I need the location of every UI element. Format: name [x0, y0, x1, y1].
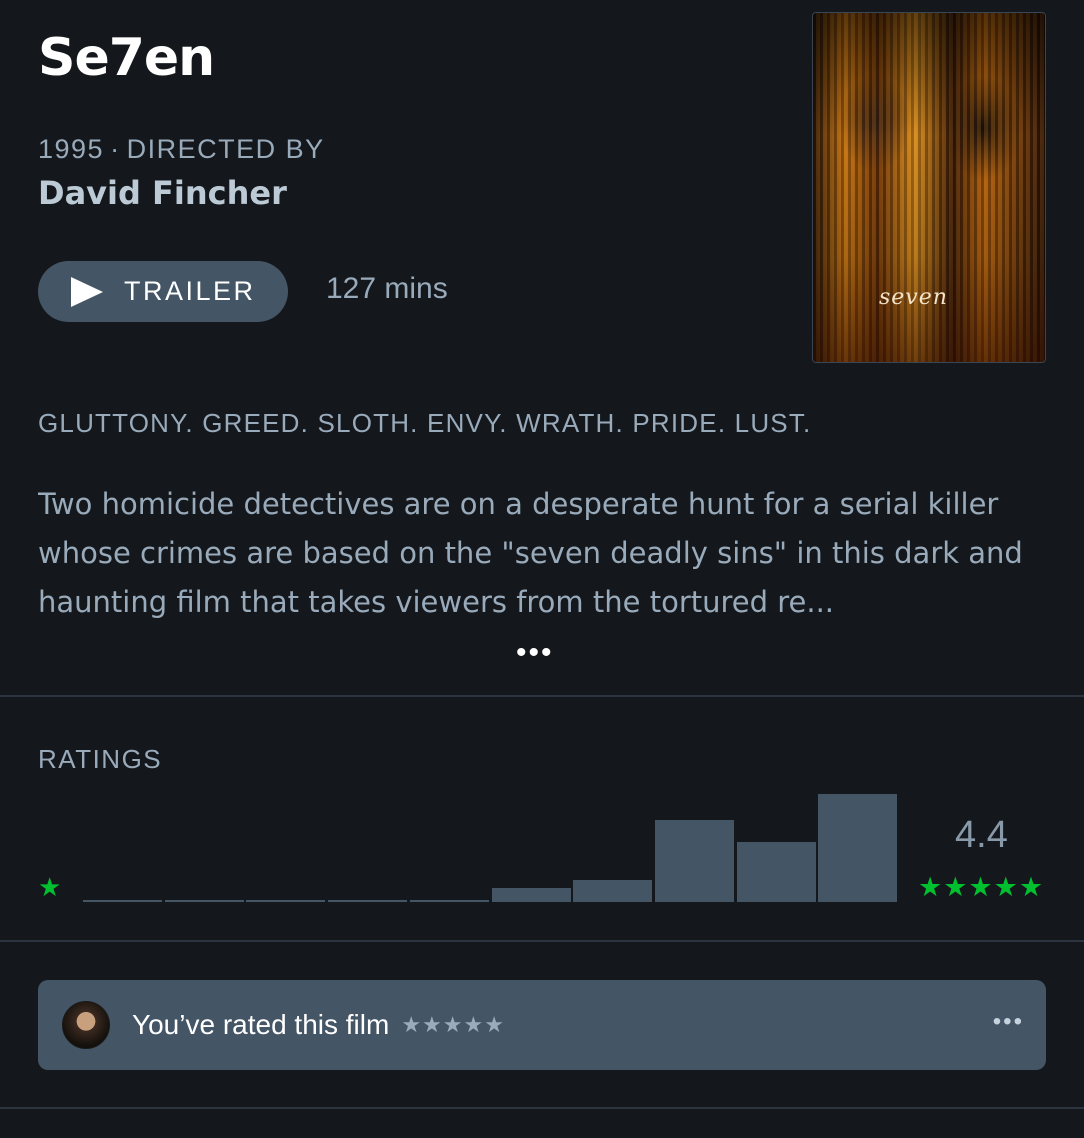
histogram-bar[interactable]	[654, 820, 734, 902]
film-title: Se7en	[38, 28, 215, 88]
histogram-bar[interactable]	[83, 900, 162, 902]
meta-separator: ·	[110, 134, 121, 164]
rated-text: You’ve rated this film	[132, 1009, 390, 1040]
film-meta: 1995 · DIRECTED BY	[38, 134, 325, 165]
histogram-bar[interactable]	[491, 888, 571, 902]
ratings-heading: RATINGS	[38, 744, 163, 774]
film-poster[interactable]: seven	[812, 12, 1046, 363]
divider	[0, 940, 1084, 942]
avatar	[62, 1001, 110, 1049]
trailer-label: TRAILER	[124, 276, 256, 306]
histogram-bar[interactable]	[736, 842, 816, 902]
release-year[interactable]: 1995	[38, 134, 104, 164]
histogram-bar[interactable]	[818, 794, 898, 902]
synopsis[interactable]: Two homicide detectives are on a despera…	[38, 480, 1046, 627]
star-icon: ★	[38, 872, 62, 902]
more-dots-icon[interactable]: •••	[993, 1008, 1024, 1036]
histogram-bar[interactable]	[246, 900, 326, 902]
histogram-bar[interactable]	[164, 900, 244, 902]
play-icon	[71, 276, 103, 307]
poster-title: seven	[879, 285, 948, 310]
runtime: 127 mins	[326, 272, 448, 305]
ratings-histogram[interactable]	[83, 790, 898, 902]
divider	[0, 695, 1084, 697]
user-rating-stars: ★★★★★	[401, 1012, 505, 1037]
synopsis-more-button[interactable]: •••	[516, 636, 554, 670]
average-rating: 4.4	[955, 814, 1008, 856]
five-star-icons: ★★★★★	[918, 872, 1045, 902]
divider	[0, 1107, 1084, 1109]
director-link[interactable]: David Fincher	[38, 174, 287, 212]
histogram-bar[interactable]	[328, 900, 408, 902]
histogram-bar[interactable]	[573, 880, 653, 902]
tagline: GLUTTONY. GREED. SLOTH. ENVY. WRATH. PRI…	[38, 408, 812, 438]
histogram-bar[interactable]	[409, 900, 489, 902]
your-rating-bar[interactable]: You’ve rated this film ★★★★★ •••	[38, 980, 1046, 1070]
trailer-button[interactable]: TRAILER	[38, 261, 288, 322]
directed-by-label: DIRECTED BY	[126, 134, 325, 164]
film-page: Se7en 1995 · DIRECTED BY David Fincher TRA…	[0, 0, 1084, 1138]
